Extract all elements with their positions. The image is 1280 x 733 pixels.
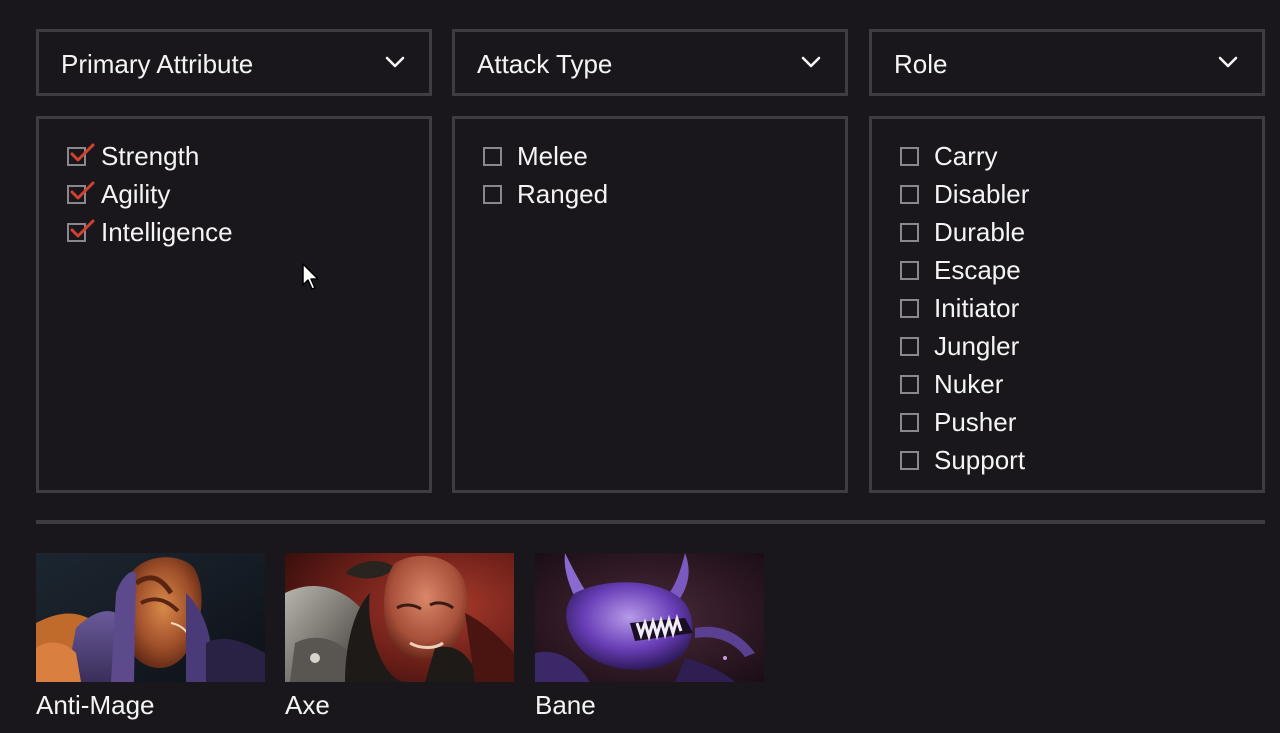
option-label: Jungler — [934, 331, 1020, 361]
option-label: Melee — [517, 141, 588, 171]
checkbox[interactable] — [900, 374, 919, 394]
filter-panel: Primary Attribute Strength Agility Intel… — [36, 29, 1265, 493]
filter-role: Role Carry Disabler Durable Escape Initi… — [869, 29, 1265, 493]
divider — [36, 520, 1265, 524]
option-carry[interactable]: Carry — [900, 137, 1029, 175]
attack-type-options: Melee Ranged — [452, 116, 848, 493]
option-agility[interactable]: Agility — [67, 175, 233, 213]
hero-card-anti-mage[interactable]: Anti-Mage — [36, 553, 265, 720]
filter-attack-type: Attack Type Melee Ranged — [452, 29, 848, 493]
option-label: Initiator — [934, 293, 1020, 323]
checkbox-checked[interactable] — [67, 181, 95, 204]
dropdown-label: Attack Type — [477, 49, 613, 79]
attack-type-dropdown[interactable]: Attack Type — [452, 29, 848, 96]
option-label: Disabler — [934, 179, 1030, 209]
option-label: Durable — [934, 217, 1026, 247]
chevron-down-icon — [801, 56, 821, 68]
hero-card-axe[interactable]: Axe — [285, 553, 514, 720]
hero-name: Bane — [535, 690, 596, 720]
checkbox[interactable] — [900, 260, 919, 280]
option-label: Intelligence — [101, 217, 233, 247]
checkmark-icon — [70, 181, 95, 199]
option-support[interactable]: Support — [900, 441, 1029, 479]
checkbox[interactable] — [900, 298, 919, 318]
option-label: Nuker — [934, 369, 1004, 399]
option-label: Ranged — [517, 179, 609, 209]
option-nuker[interactable]: Nuker — [900, 365, 1029, 403]
dropdown-label: Primary Attribute — [61, 49, 254, 79]
primary-attribute-dropdown[interactable]: Primary Attribute — [36, 29, 432, 96]
chevron-down-icon — [385, 56, 405, 68]
bane-portrait — [535, 553, 764, 682]
option-strength[interactable]: Strength — [67, 137, 233, 175]
primary-attribute-options: Strength Agility Intelligence — [36, 116, 432, 493]
checkmark-icon — [70, 143, 95, 161]
option-list: Strength Agility Intelligence — [67, 137, 233, 251]
dropdown-label: Role — [894, 49, 948, 79]
hero-card-bane[interactable]: Bane — [535, 553, 764, 720]
mouse-pointer-icon — [302, 263, 319, 290]
checkbox[interactable] — [483, 146, 502, 166]
checkbox[interactable] — [900, 184, 919, 204]
checkbox-checked[interactable] — [67, 143, 95, 166]
option-intelligence[interactable]: Intelligence — [67, 213, 233, 251]
checkbox[interactable] — [900, 222, 919, 242]
chevron-down-icon — [1218, 56, 1238, 68]
option-durable[interactable]: Durable — [900, 213, 1029, 251]
option-disabler[interactable]: Disabler — [900, 175, 1029, 213]
option-escape[interactable]: Escape — [900, 251, 1029, 289]
checkbox[interactable] — [900, 412, 919, 432]
checkbox[interactable] — [900, 336, 919, 356]
option-jungler[interactable]: Jungler — [900, 327, 1029, 365]
hero-grid: Anti-Mage Axe Bane — [36, 553, 1265, 733]
role-dropdown[interactable]: Role — [869, 29, 1265, 96]
option-list: Carry Disabler Durable Escape Initiator … — [900, 137, 1029, 479]
option-label: Escape — [934, 255, 1021, 285]
option-label: Carry — [934, 141, 998, 171]
anti-mage-portrait — [36, 553, 265, 682]
checkbox[interactable] — [900, 450, 919, 470]
hero-name: Axe — [285, 690, 330, 720]
option-initiator[interactable]: Initiator — [900, 289, 1029, 327]
checkbox[interactable] — [900, 146, 919, 166]
option-label: Agility — [101, 179, 171, 209]
option-pusher[interactable]: Pusher — [900, 403, 1029, 441]
checkbox[interactable] — [483, 184, 502, 204]
axe-portrait — [285, 553, 514, 682]
hero-filter-page: Primary Attribute Strength Agility Intel… — [0, 0, 1280, 733]
option-label: Strength — [101, 141, 200, 171]
role-options: Carry Disabler Durable Escape Initiator … — [869, 116, 1265, 493]
option-ranged[interactable]: Ranged — [483, 175, 608, 213]
hero-name: Anti-Mage — [36, 690, 155, 720]
option-list: Melee Ranged — [483, 137, 608, 213]
checkmark-icon — [70, 219, 95, 237]
filter-primary-attribute: Primary Attribute Strength Agility Intel… — [36, 29, 432, 493]
option-label: Support — [934, 445, 1026, 475]
option-label: Pusher — [934, 407, 1017, 437]
option-melee[interactable]: Melee — [483, 137, 608, 175]
checkbox-checked[interactable] — [67, 219, 95, 242]
